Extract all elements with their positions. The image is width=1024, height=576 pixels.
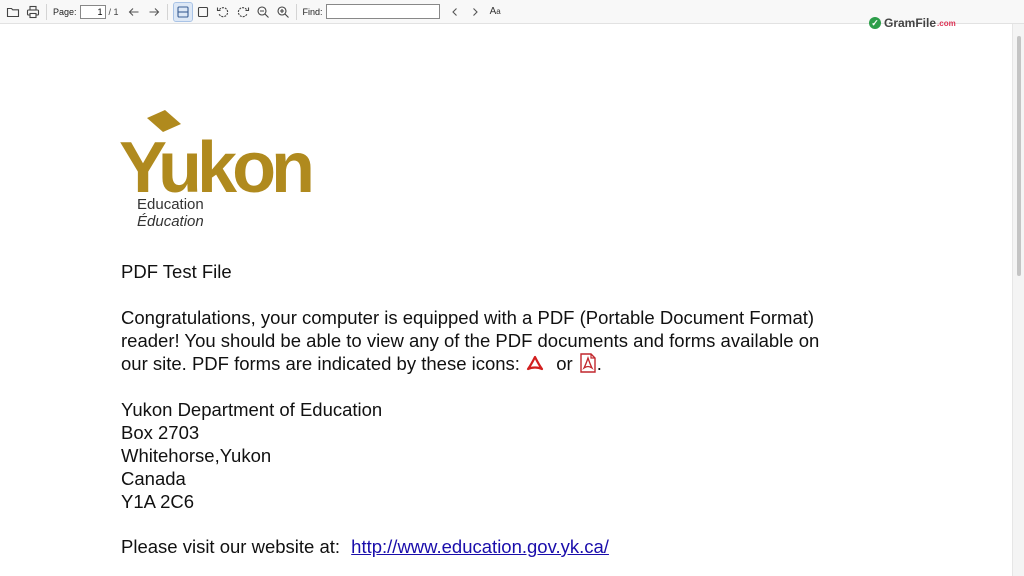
- pdf-file-icon: [579, 353, 597, 378]
- paragraph-line-1: Congratulations, your computer is equipp…: [121, 307, 815, 328]
- previous-page-button[interactable]: [125, 3, 143, 21]
- page-number-input[interactable]: [79, 4, 106, 19]
- address-line-5: Y1A 2C6: [121, 491, 195, 512]
- logo-subtitle-en: Education: [137, 196, 204, 213]
- arrow-left-icon: [128, 7, 139, 16]
- rotate-left-button[interactable]: [214, 3, 232, 21]
- print-button[interactable]: [24, 3, 42, 21]
- yukon-wordmark: Yukon: [119, 110, 316, 195]
- acrobat-icon: [525, 355, 545, 378]
- rotate-right-icon: [237, 6, 249, 17]
- arrow-right-icon: [149, 7, 159, 16]
- zoom-out-button[interactable]: [254, 3, 272, 21]
- zoom-out-icon: [256, 5, 269, 18]
- website-line: Please visit our website at: http://www.…: [121, 535, 609, 558]
- paragraph-line-2: reader! You should be able to view any o…: [121, 330, 820, 351]
- toolbar-divider: [46, 3, 47, 20]
- logo-subtitle-fr: Éducation: [137, 213, 204, 230]
- fit-width-button[interactable]: [172, 1, 193, 22]
- website-prefix: Please visit our website at:: [121, 536, 341, 557]
- brand-logo-icon: ✓: [869, 17, 881, 29]
- address-line-4: Canada: [121, 468, 186, 489]
- scrollbar-thumb[interactable]: [1017, 36, 1021, 276]
- rotate-left-icon: [216, 6, 228, 17]
- brand-watermark: ✓ GramFile .com: [869, 16, 956, 30]
- website-link[interactable]: http://www.education.gov.yk.ca/: [351, 536, 609, 557]
- toolbar-divider: [166, 3, 168, 20]
- chevron-right-icon: [472, 7, 478, 16]
- brand-name: GramFile: [884, 16, 937, 30]
- page-label: Page:: [53, 6, 77, 17]
- paragraph-line-3-text: our site. PDF forms are indicated by the…: [121, 353, 520, 374]
- chevron-left-icon: [451, 7, 457, 16]
- toolbar-divider: [295, 3, 297, 20]
- document-title: PDF Test File: [121, 261, 232, 282]
- address-line-3: Whitehorse,Yukon: [121, 445, 272, 466]
- zoom-in-button[interactable]: [274, 3, 292, 21]
- rotate-right-button[interactable]: [234, 3, 252, 21]
- text-size-small: a: [496, 7, 501, 16]
- find-previous-button[interactable]: [446, 3, 464, 21]
- brand-suffix: .com: [937, 18, 956, 28]
- address-line-1: Yukon Department of Education: [121, 399, 383, 420]
- text-size-button[interactable]: Aa: [490, 6, 501, 17]
- yukon-logo: Yukon Education Éducation: [119, 110, 324, 235]
- fit-width-icon: [176, 5, 189, 18]
- page-total: / 1: [108, 6, 119, 17]
- fit-page-icon: [197, 6, 208, 17]
- vertical-scrollbar[interactable]: [1012, 24, 1024, 576]
- open-file-button[interactable]: [4, 3, 22, 21]
- next-page-button[interactable]: [145, 3, 163, 21]
- fit-page-button[interactable]: [194, 3, 212, 21]
- address-line-2: Box 2703: [121, 422, 200, 443]
- find-next-button[interactable]: [466, 3, 484, 21]
- yukon-wordmark-text: Yukon: [119, 128, 311, 195]
- paragraph-or: or: [556, 353, 573, 374]
- find-label: Find:: [302, 6, 323, 17]
- find-input[interactable]: [325, 4, 440, 19]
- zoom-in-icon: [276, 5, 289, 18]
- paragraph-line-3: our site. PDF forms are indicated by the…: [121, 352, 602, 378]
- paragraph-end: .: [596, 353, 602, 374]
- printer-icon: [26, 5, 40, 18]
- folder-icon: [6, 7, 20, 17]
